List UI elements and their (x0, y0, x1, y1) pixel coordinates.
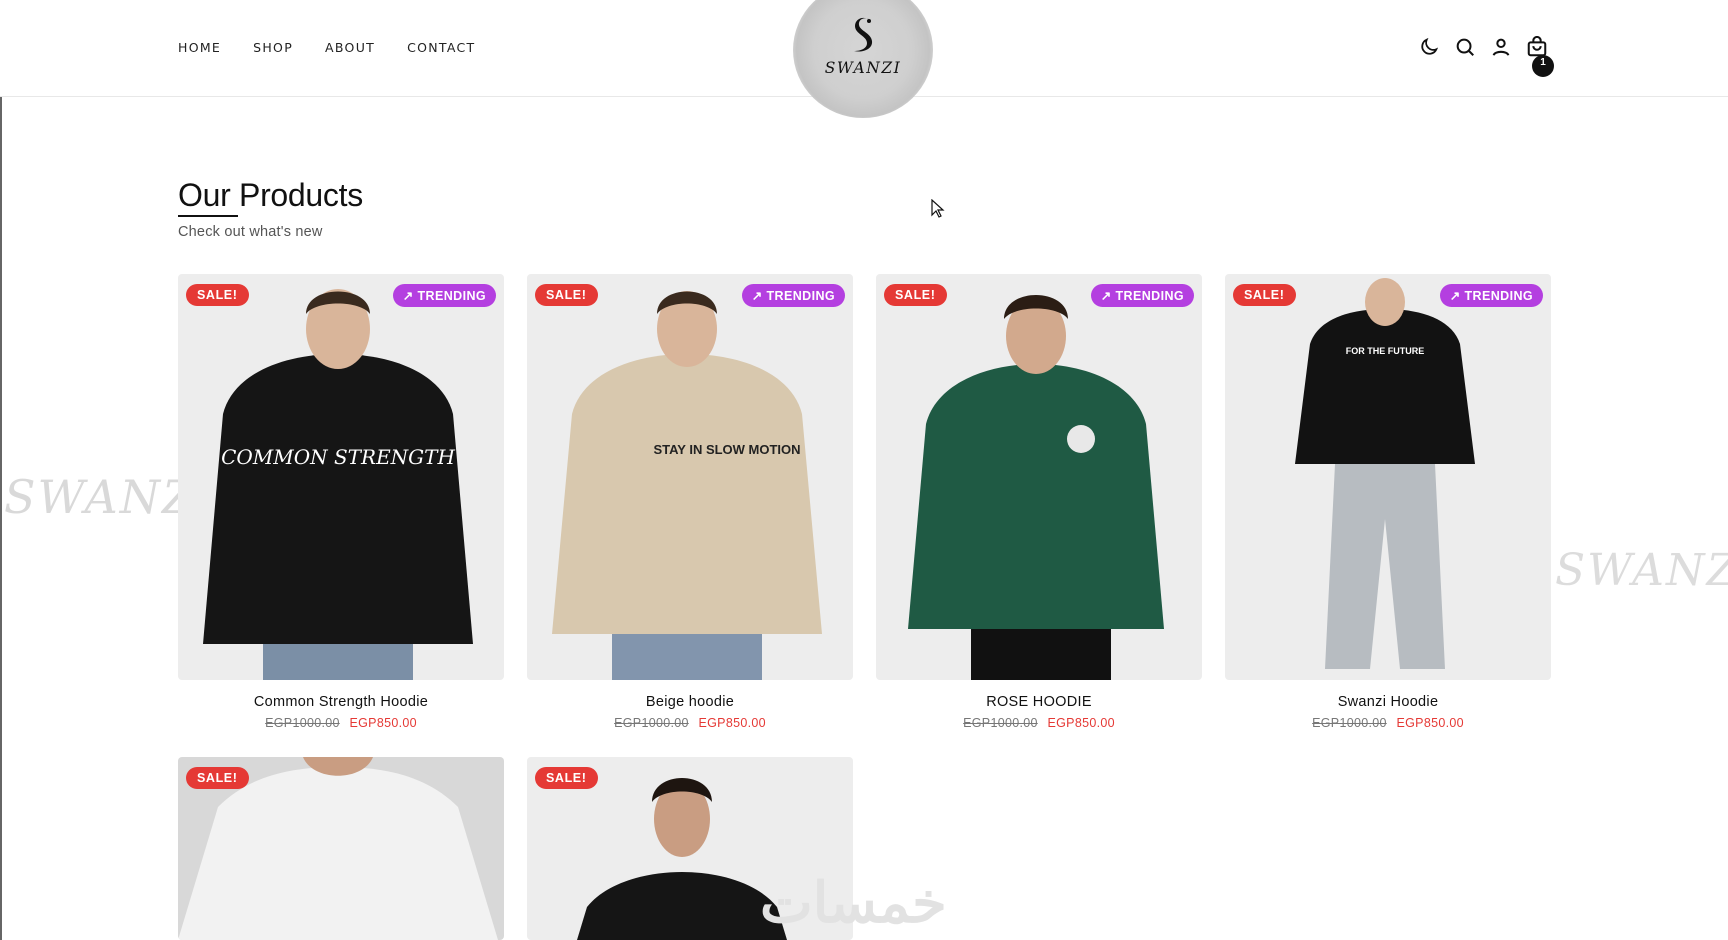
main-nav: HOME SHOP ABOUT CONTACT (178, 40, 507, 55)
product-image[interactable]: SALE! ↗ TRENDING COMMON STRENGTH (178, 274, 504, 680)
product-image[interactable]: SALE! (178, 757, 504, 940)
svg-text:COMMON STRENGTH: COMMON STRENGTH (221, 445, 455, 469)
swan-icon (854, 17, 873, 52)
mouse-cursor-icon (931, 199, 945, 218)
svg-text:FOR THE FUTURE: FOR THE FUTURE (1346, 346, 1425, 356)
sale-badge: SALE! (1233, 284, 1296, 306)
nav-contact-link[interactable]: CONTACT (407, 40, 475, 55)
nav-shop-link[interactable]: SHOP (253, 40, 293, 55)
product-card: SALE! (178, 757, 504, 940)
hoodie-figure: FOR THE FUTURE (1295, 278, 1475, 669)
trending-badge: ↗ TRENDING (1439, 284, 1543, 307)
sale-price: EGP850.00 (1396, 716, 1464, 730)
hoodie-figure: COMMON STRENGTH (203, 289, 473, 680)
header-icons: 1 (1418, 35, 1554, 77)
trend-arrow-icon: ↗ (1100, 289, 1116, 303)
overlay-watermark: خمسات (760, 871, 947, 934)
product-image[interactable]: SALE! ↗ TRENDING FOR THE FUTURE (1225, 274, 1551, 680)
hoodie-figure (908, 295, 1164, 680)
sale-badge: SALE! (186, 767, 249, 789)
product-card: SALE! ↗ TRENDING STAY IN SLOW MOTION Bei… (527, 274, 853, 730)
sale-price: EGP850.00 (349, 716, 417, 730)
old-price: EGP1000.00 (1312, 716, 1387, 730)
trending-badge: ↗ TRENDING (741, 284, 845, 307)
cart-count-badge: 1 (1532, 55, 1554, 77)
product-prices: EGP1000.00 EGP850.00 (178, 716, 504, 730)
section-title: Our Products (178, 177, 363, 213)
old-price: EGP1000.00 (963, 716, 1038, 730)
product-card: SALE! ↗ TRENDING FOR THE FUTURE Swanzi H… (1225, 274, 1551, 730)
background-watermark: SWANZI (1555, 545, 1728, 596)
brand-logo[interactable]: SWANZI (793, 0, 933, 118)
product-prices: EGP1000.00 EGP850.00 (876, 716, 1202, 730)
search-icon[interactable] (1454, 36, 1476, 58)
product-name[interactable]: ROSE HOODIE (876, 694, 1202, 710)
shopping-bag-icon[interactable]: 1 (1526, 35, 1554, 77)
logo-wordmark: SWANZI (824, 59, 902, 77)
sale-badge: SALE! (535, 284, 598, 306)
nav-about-link[interactable]: ABOUT (325, 40, 375, 55)
product-prices: EGP1000.00 EGP850.00 (527, 716, 853, 730)
product-name[interactable]: Common Strength Hoodie (178, 694, 504, 710)
sale-badge: SALE! (535, 767, 598, 789)
hoodie-figure: STAY IN SLOW MOTION (552, 291, 822, 680)
svg-text:STAY IN SLOW MOTION: STAY IN SLOW MOTION (653, 442, 800, 457)
moon-icon[interactable] (1418, 36, 1440, 58)
product-prices: EGP1000.00 EGP850.00 (1225, 716, 1551, 730)
product-name[interactable]: Beige hoodie (527, 694, 853, 710)
product-name[interactable]: Swanzi Hoodie (1225, 694, 1551, 710)
product-image[interactable]: SALE! ↗ TRENDING (876, 274, 1202, 680)
sale-badge: SALE! (884, 284, 947, 306)
section-subtitle: Check out what's new (178, 224, 323, 240)
product-card: SALE! ↗ TRENDING ROSE HOODIE EGP1000.00 … (876, 274, 1202, 730)
sale-price: EGP850.00 (698, 716, 766, 730)
product-card: SALE! ↗ TRENDING COMMON STRENGTH Common … (178, 274, 504, 730)
trend-arrow-icon: ↗ (1449, 289, 1465, 303)
sale-price: EGP850.00 (1047, 716, 1115, 730)
product-image[interactable]: SALE! ↗ TRENDING STAY IN SLOW MOTION (527, 274, 853, 680)
trend-arrow-icon: ↗ (402, 289, 418, 303)
nav-home-link[interactable]: HOME (178, 40, 221, 55)
trending-badge: ↗ TRENDING (392, 284, 496, 307)
trend-arrow-icon: ↗ (751, 289, 767, 303)
title-underline (178, 215, 238, 217)
left-border (0, 0, 2, 940)
old-price: EGP1000.00 (614, 716, 689, 730)
site-header: HOME SHOP ABOUT CONTACT SWANZI 1 (0, 0, 1728, 118)
sale-badge: SALE! (186, 284, 249, 306)
user-icon[interactable] (1490, 36, 1512, 58)
old-price: EGP1000.00 (265, 716, 340, 730)
trending-badge: ↗ TRENDING (1090, 284, 1194, 307)
